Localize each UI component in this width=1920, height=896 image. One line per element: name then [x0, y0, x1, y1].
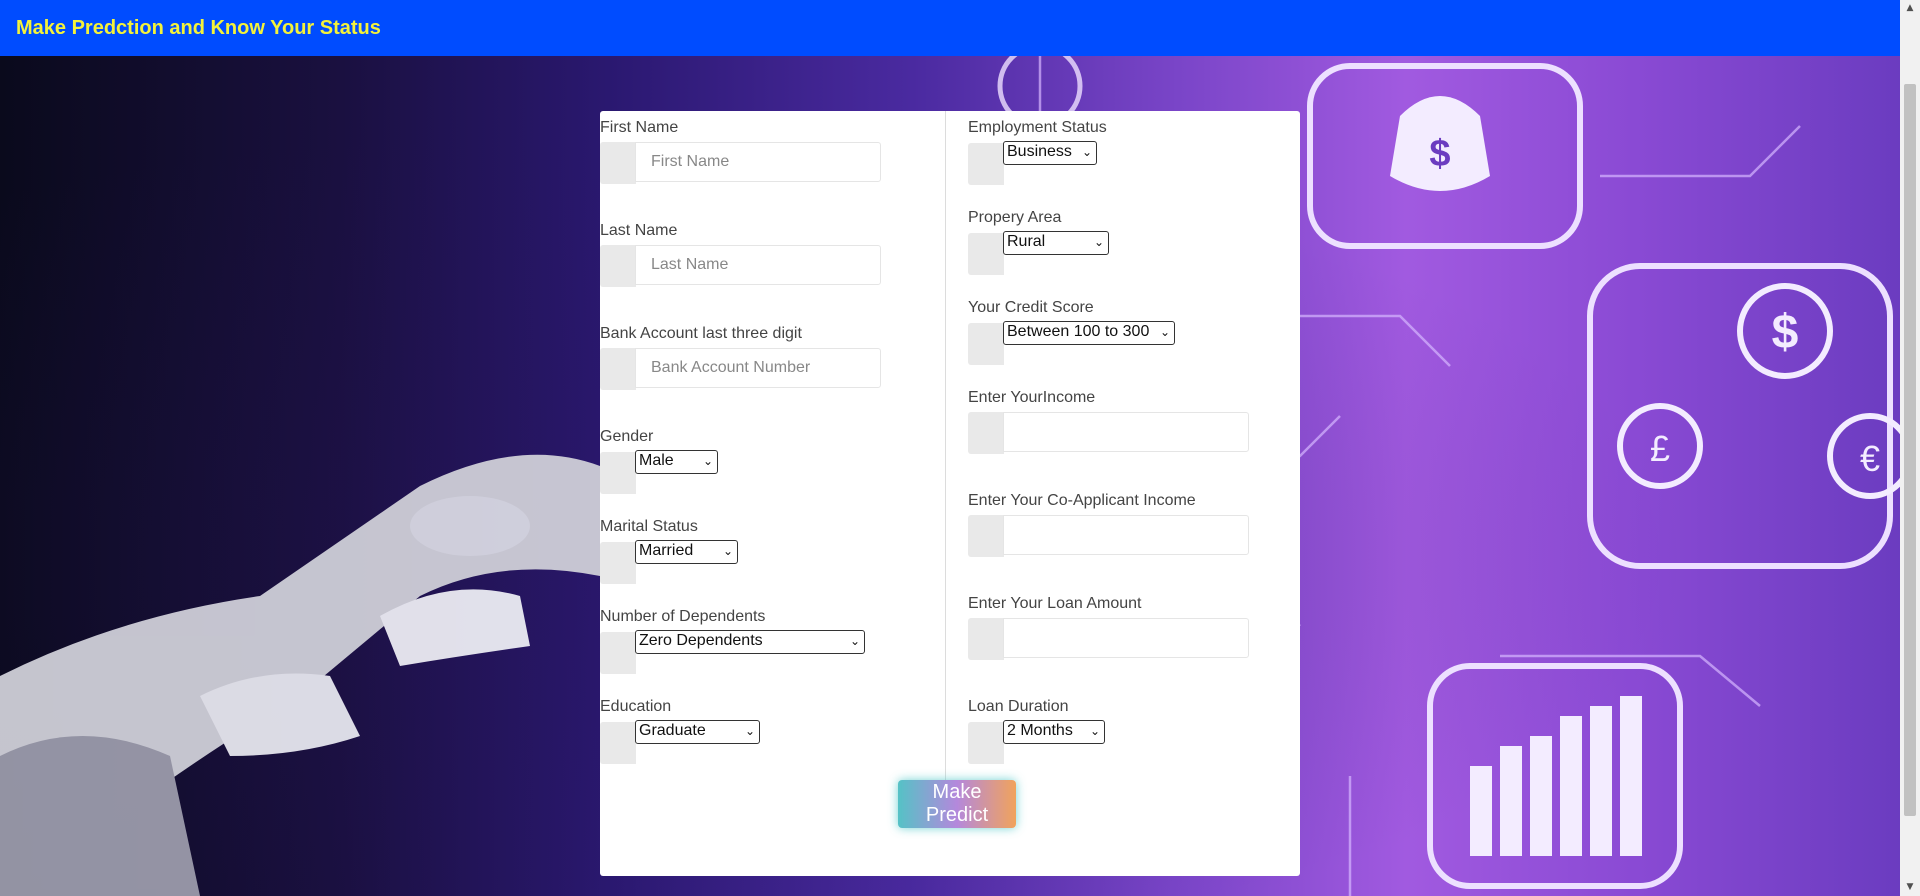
- gender-group: Gender Male ⌄: [600, 426, 718, 494]
- income-group: Enter YourIncome: [968, 387, 1249, 456]
- credit-score-label: Your Credit Score: [968, 299, 1094, 316]
- income-addon: [968, 412, 1004, 454]
- loan-duration-select[interactable]: 2 Months ⌄: [1003, 720, 1105, 744]
- vertical-scrollbar[interactable]: ▲ ▼: [1900, 0, 1920, 896]
- coapplicant-income-addon: [968, 515, 1004, 557]
- chevron-down-icon: ⌄: [1093, 235, 1104, 249]
- gender-addon: [600, 452, 636, 494]
- credit-score-selected-value: Between 100 to 300: [1007, 323, 1150, 340]
- coapplicant-income-input[interactable]: [1003, 515, 1249, 555]
- dependents-group: Number of Dependents Zero Dependents ⌄: [600, 606, 865, 674]
- property-area-label: Propery Area: [968, 209, 1062, 226]
- robot-hand-image: [0, 454, 600, 896]
- bank-account-addon: [600, 348, 636, 390]
- credit-score-group: Your Credit Score Between 100 to 300 ⌄: [968, 297, 1175, 365]
- scrollbar-thumb[interactable]: [1904, 84, 1916, 816]
- marital-status-group: Marital Status Married ⌄: [600, 516, 738, 584]
- svg-text:$: $: [1429, 133, 1450, 175]
- employment-status-selected-value: Business: [1007, 143, 1072, 160]
- loan-duration-group: Loan Duration 2 Months ⌄: [968, 696, 1105, 764]
- chevron-down-icon: ⌄: [722, 544, 733, 558]
- dependents-select[interactable]: Zero Dependents ⌄: [635, 630, 865, 654]
- property-area-select[interactable]: Rural ⌄: [1003, 231, 1109, 255]
- loan-duration-addon: [968, 722, 1004, 764]
- marital-status-addon: [600, 542, 636, 584]
- marital-status-selected-value: Married: [639, 542, 694, 559]
- education-addon: [600, 722, 636, 764]
- dependents-addon: [600, 632, 636, 674]
- credit-score-addon: [968, 323, 1004, 365]
- first-name-input[interactable]: [635, 142, 881, 182]
- first-name-addon: [600, 142, 636, 184]
- employment-status-addon: [968, 143, 1004, 185]
- scroll-down-arrow-icon[interactable]: ▼: [1900, 879, 1920, 896]
- income-label: Enter YourIncome: [968, 389, 1096, 406]
- svg-text:£: £: [1650, 428, 1670, 469]
- chevron-down-icon: ⌄: [702, 454, 713, 468]
- last-name-addon: [600, 245, 636, 287]
- chevron-down-icon: ⌄: [1081, 145, 1092, 159]
- education-label: Education: [600, 698, 672, 715]
- scroll-up-arrow-icon[interactable]: ▲: [1900, 0, 1920, 17]
- chevron-down-icon: ⌄: [1089, 724, 1100, 738]
- bank-account-label: Bank Account last three digit: [600, 325, 802, 342]
- credit-score-select[interactable]: Between 100 to 300 ⌄: [1003, 321, 1175, 345]
- gender-select[interactable]: Male ⌄: [635, 450, 718, 474]
- make-predict-button[interactable]: Make Predict: [898, 780, 1016, 828]
- coapplicant-income-label: Enter Your Co-Applicant Income: [968, 492, 1196, 509]
- gender-label: Gender: [600, 428, 654, 445]
- chevron-down-icon: ⌄: [849, 634, 860, 648]
- property-area-addon: [968, 233, 1004, 275]
- education-selected-value: Graduate: [639, 722, 706, 739]
- pound-coin-icon: £: [1617, 403, 1703, 489]
- loan-duration-label: Loan Duration: [968, 698, 1069, 715]
- loan-amount-label: Enter Your Loan Amount: [968, 595, 1142, 612]
- last-name-label: Last Name: [600, 222, 678, 239]
- loan-duration-selected-value: 2 Months: [1007, 722, 1073, 739]
- bar-chart-icon: [1427, 663, 1683, 889]
- gender-selected-value: Male: [639, 452, 674, 469]
- svg-text:€: €: [1860, 438, 1880, 479]
- brand-title[interactable]: Make Predction and Know Your Status: [16, 17, 381, 40]
- loan-amount-addon: [968, 618, 1004, 660]
- first-name-group: First Name: [600, 117, 881, 186]
- chevron-down-icon: ⌄: [1159, 325, 1170, 339]
- property-area-selected-value: Rural: [1007, 233, 1046, 250]
- last-name-input[interactable]: [635, 245, 881, 285]
- dependents-label: Number of Dependents: [600, 608, 766, 625]
- bank-account-group: Bank Account last three digit: [600, 323, 881, 392]
- employment-status-label: Employment Status: [968, 119, 1107, 136]
- svg-text:$: $: [1772, 306, 1799, 359]
- loan-amount-group: Enter Your Loan Amount: [968, 593, 1249, 662]
- loan-amount-input[interactable]: [1003, 618, 1249, 658]
- coapplicant-income-group: Enter Your Co-Applicant Income: [968, 490, 1249, 559]
- column-divider: [945, 111, 946, 811]
- chevron-down-icon: ⌄: [744, 724, 755, 738]
- education-group: Education Graduate ⌄: [600, 696, 760, 764]
- marital-status-label: Marital Status: [600, 518, 698, 535]
- marital-status-select[interactable]: Married ⌄: [635, 540, 738, 564]
- dependents-selected-value: Zero Dependents: [639, 632, 763, 649]
- top-navbar: Make Predction and Know Your Status: [0, 0, 1900, 56]
- income-input[interactable]: [1003, 412, 1249, 452]
- education-select[interactable]: Graduate ⌄: [635, 720, 760, 744]
- bank-account-input[interactable]: [635, 348, 881, 388]
- employment-status-group: Employment Status Business ⌄: [968, 117, 1107, 185]
- first-name-label: First Name: [600, 119, 679, 136]
- property-area-group: Propery Area Rural ⌄: [968, 207, 1109, 275]
- money-bag-icon: $: [1307, 63, 1583, 249]
- employment-status-select[interactable]: Business ⌄: [1003, 141, 1097, 165]
- last-name-group: Last Name: [600, 220, 881, 289]
- loan-prediction-form: First Name Last Name Bank Account last t…: [600, 111, 1300, 876]
